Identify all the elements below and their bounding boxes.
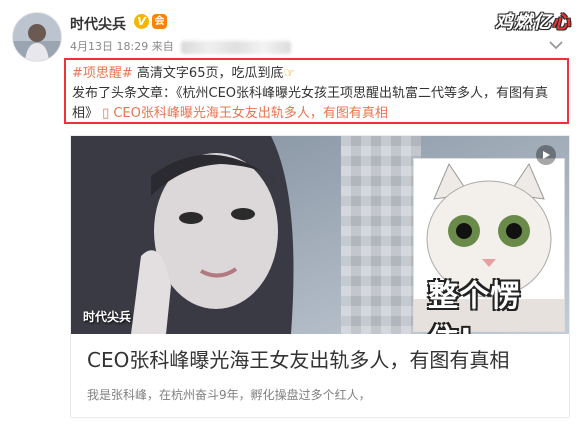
redacted-source	[181, 40, 292, 54]
cat-meme-panel: 整个愣住!	[413, 158, 565, 334]
article-card[interactable]: 整个愣住! 时代尖兵 CEO张科峰曝光海王女友出轨多人，有图有真相 我是张科峰，…	[70, 135, 570, 418]
post-text: #项思醒# 高清文字65页，吃瓜到底☞ 发布了头条文章：《杭州CEO张科峰曝光女…	[64, 58, 569, 124]
verified-badge-icon: V	[134, 14, 149, 29]
mosaic-blur	[341, 136, 421, 334]
post-line1: 高清文字65页，吃瓜到底	[132, 66, 284, 81]
brand-logo: 鸡燃亿心	[495, 8, 571, 34]
pointing-hand-icon: ☞	[283, 66, 296, 81]
article-link[interactable]: CEO张科峰曝光海王女友出轨多人，有图有真相	[113, 106, 388, 121]
member-badge-icon: 会	[152, 14, 167, 29]
avatar-image	[13, 13, 61, 61]
image-watermark: 时代尖兵	[83, 310, 132, 324]
article-description: 我是张科峰，在杭州奋斗9年，孵化操盘过多个红人，	[87, 388, 371, 402]
hashtag-link[interactable]: #项思醒#	[72, 66, 133, 81]
article-cover-image[interactable]: 整个愣住! 时代尖兵	[71, 136, 569, 334]
play-icon[interactable]	[535, 144, 557, 166]
post-meta: 4月13日 18:29 来自	[70, 38, 292, 54]
brand-logo-text: 鸡燃亿	[495, 12, 552, 33]
link-icon: ▯	[102, 106, 110, 121]
article-title[interactable]: CEO张科峰曝光海王女友出轨多人，有图有真相	[87, 344, 509, 373]
avatar[interactable]	[12, 12, 62, 62]
meme-caption: 整个愣住!	[428, 279, 521, 334]
post-timestamp[interactable]: 4月13日 18:29 来自	[70, 40, 174, 53]
chevron-down-icon[interactable]	[549, 40, 563, 50]
brand-logo-heart: 心	[552, 12, 571, 33]
author-name[interactable]: 时代尖兵	[70, 14, 126, 34]
